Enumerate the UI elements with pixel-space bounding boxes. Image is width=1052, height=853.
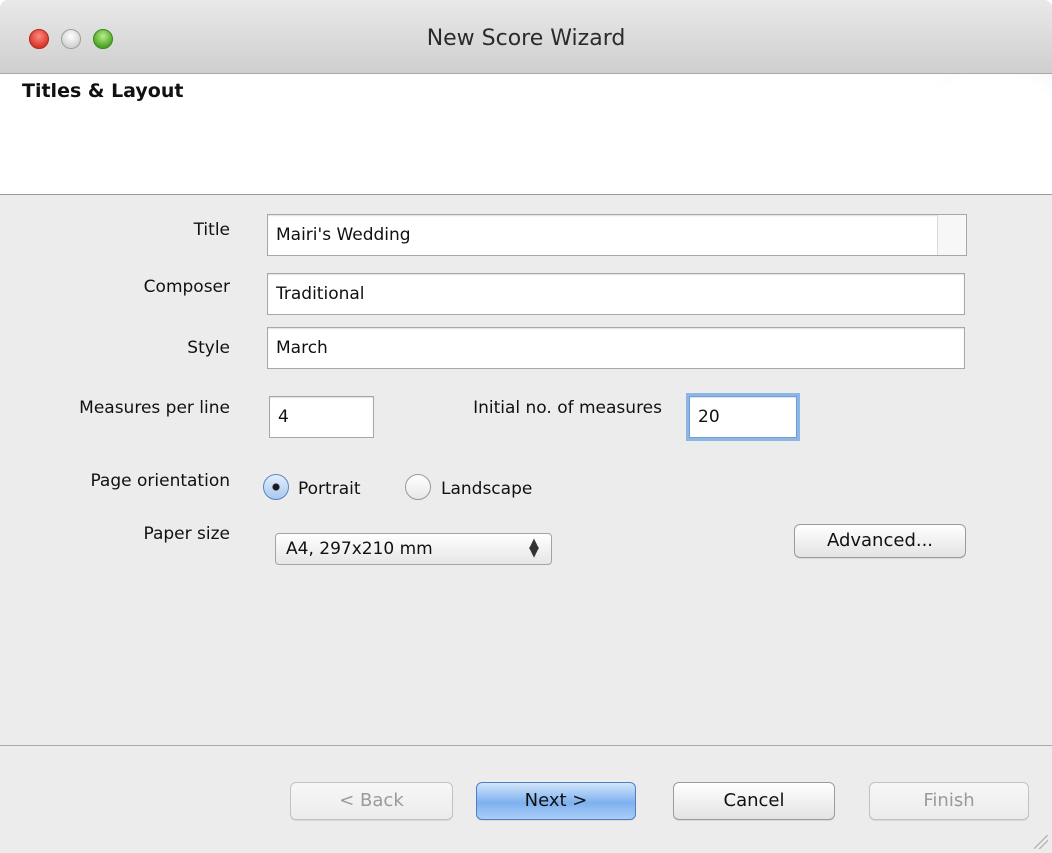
paper-size-label: Paper size [143, 524, 230, 544]
initial-measures-input[interactable]: 20 [689, 396, 797, 438]
composer-input-value: Traditional [276, 284, 365, 304]
footer-separator [0, 745, 1052, 746]
back-button[interactable]: < Back [290, 782, 453, 820]
resize-grip-icon[interactable] [1034, 835, 1048, 849]
next-button[interactable]: Next > [476, 782, 636, 820]
cancel-button[interactable]: Cancel [673, 782, 835, 820]
measures-per-line-label: Measures per line [79, 398, 230, 418]
portrait-label[interactable]: Portrait [298, 479, 361, 499]
portrait-radio[interactable] [263, 474, 289, 500]
paper-size-select[interactable]: A4, 297x210 mm ▲ ▼ [275, 533, 552, 565]
wizard-header: Titles & Layout [0, 74, 1052, 195]
style-input-value: March [276, 338, 328, 358]
title-input[interactable]: Mairi's Wedding [267, 214, 967, 256]
composer-label: Composer [143, 277, 230, 297]
initial-measures-label: Initial no. of measures [473, 398, 662, 418]
style-input[interactable]: March [267, 327, 965, 369]
style-label: Style [187, 338, 230, 358]
advanced-button[interactable]: Advanced... [794, 524, 966, 558]
title-label: Title [193, 220, 230, 240]
measures-per-line-input[interactable]: 4 [269, 396, 374, 438]
page-orientation-label: Page orientation [90, 471, 230, 491]
title-input-value: Mairi's Wedding [276, 225, 411, 245]
composer-input[interactable]: Traditional [267, 273, 965, 315]
measures-per-line-value: 4 [278, 407, 289, 427]
wizard-window: New Score Wizard Titles & Layout Title M… [0, 0, 1052, 853]
window-title: New Score Wizard [426, 26, 626, 51]
landscape-label[interactable]: Landscape [441, 479, 532, 499]
header-decoration [912, 74, 1052, 194]
landscape-radio[interactable] [405, 474, 431, 500]
initial-measures-value: 20 [698, 407, 720, 427]
paper-size-value: A4, 297x210 mm [286, 539, 433, 559]
title-input-scrollbar[interactable] [937, 215, 966, 255]
title-bar[interactable]: New Score Wizard [0, 0, 1052, 74]
finish-button[interactable]: Finish [869, 782, 1029, 820]
select-arrows-icon: ▲ ▼ [529, 536, 539, 560]
page-title: Titles & Layout [22, 80, 184, 102]
